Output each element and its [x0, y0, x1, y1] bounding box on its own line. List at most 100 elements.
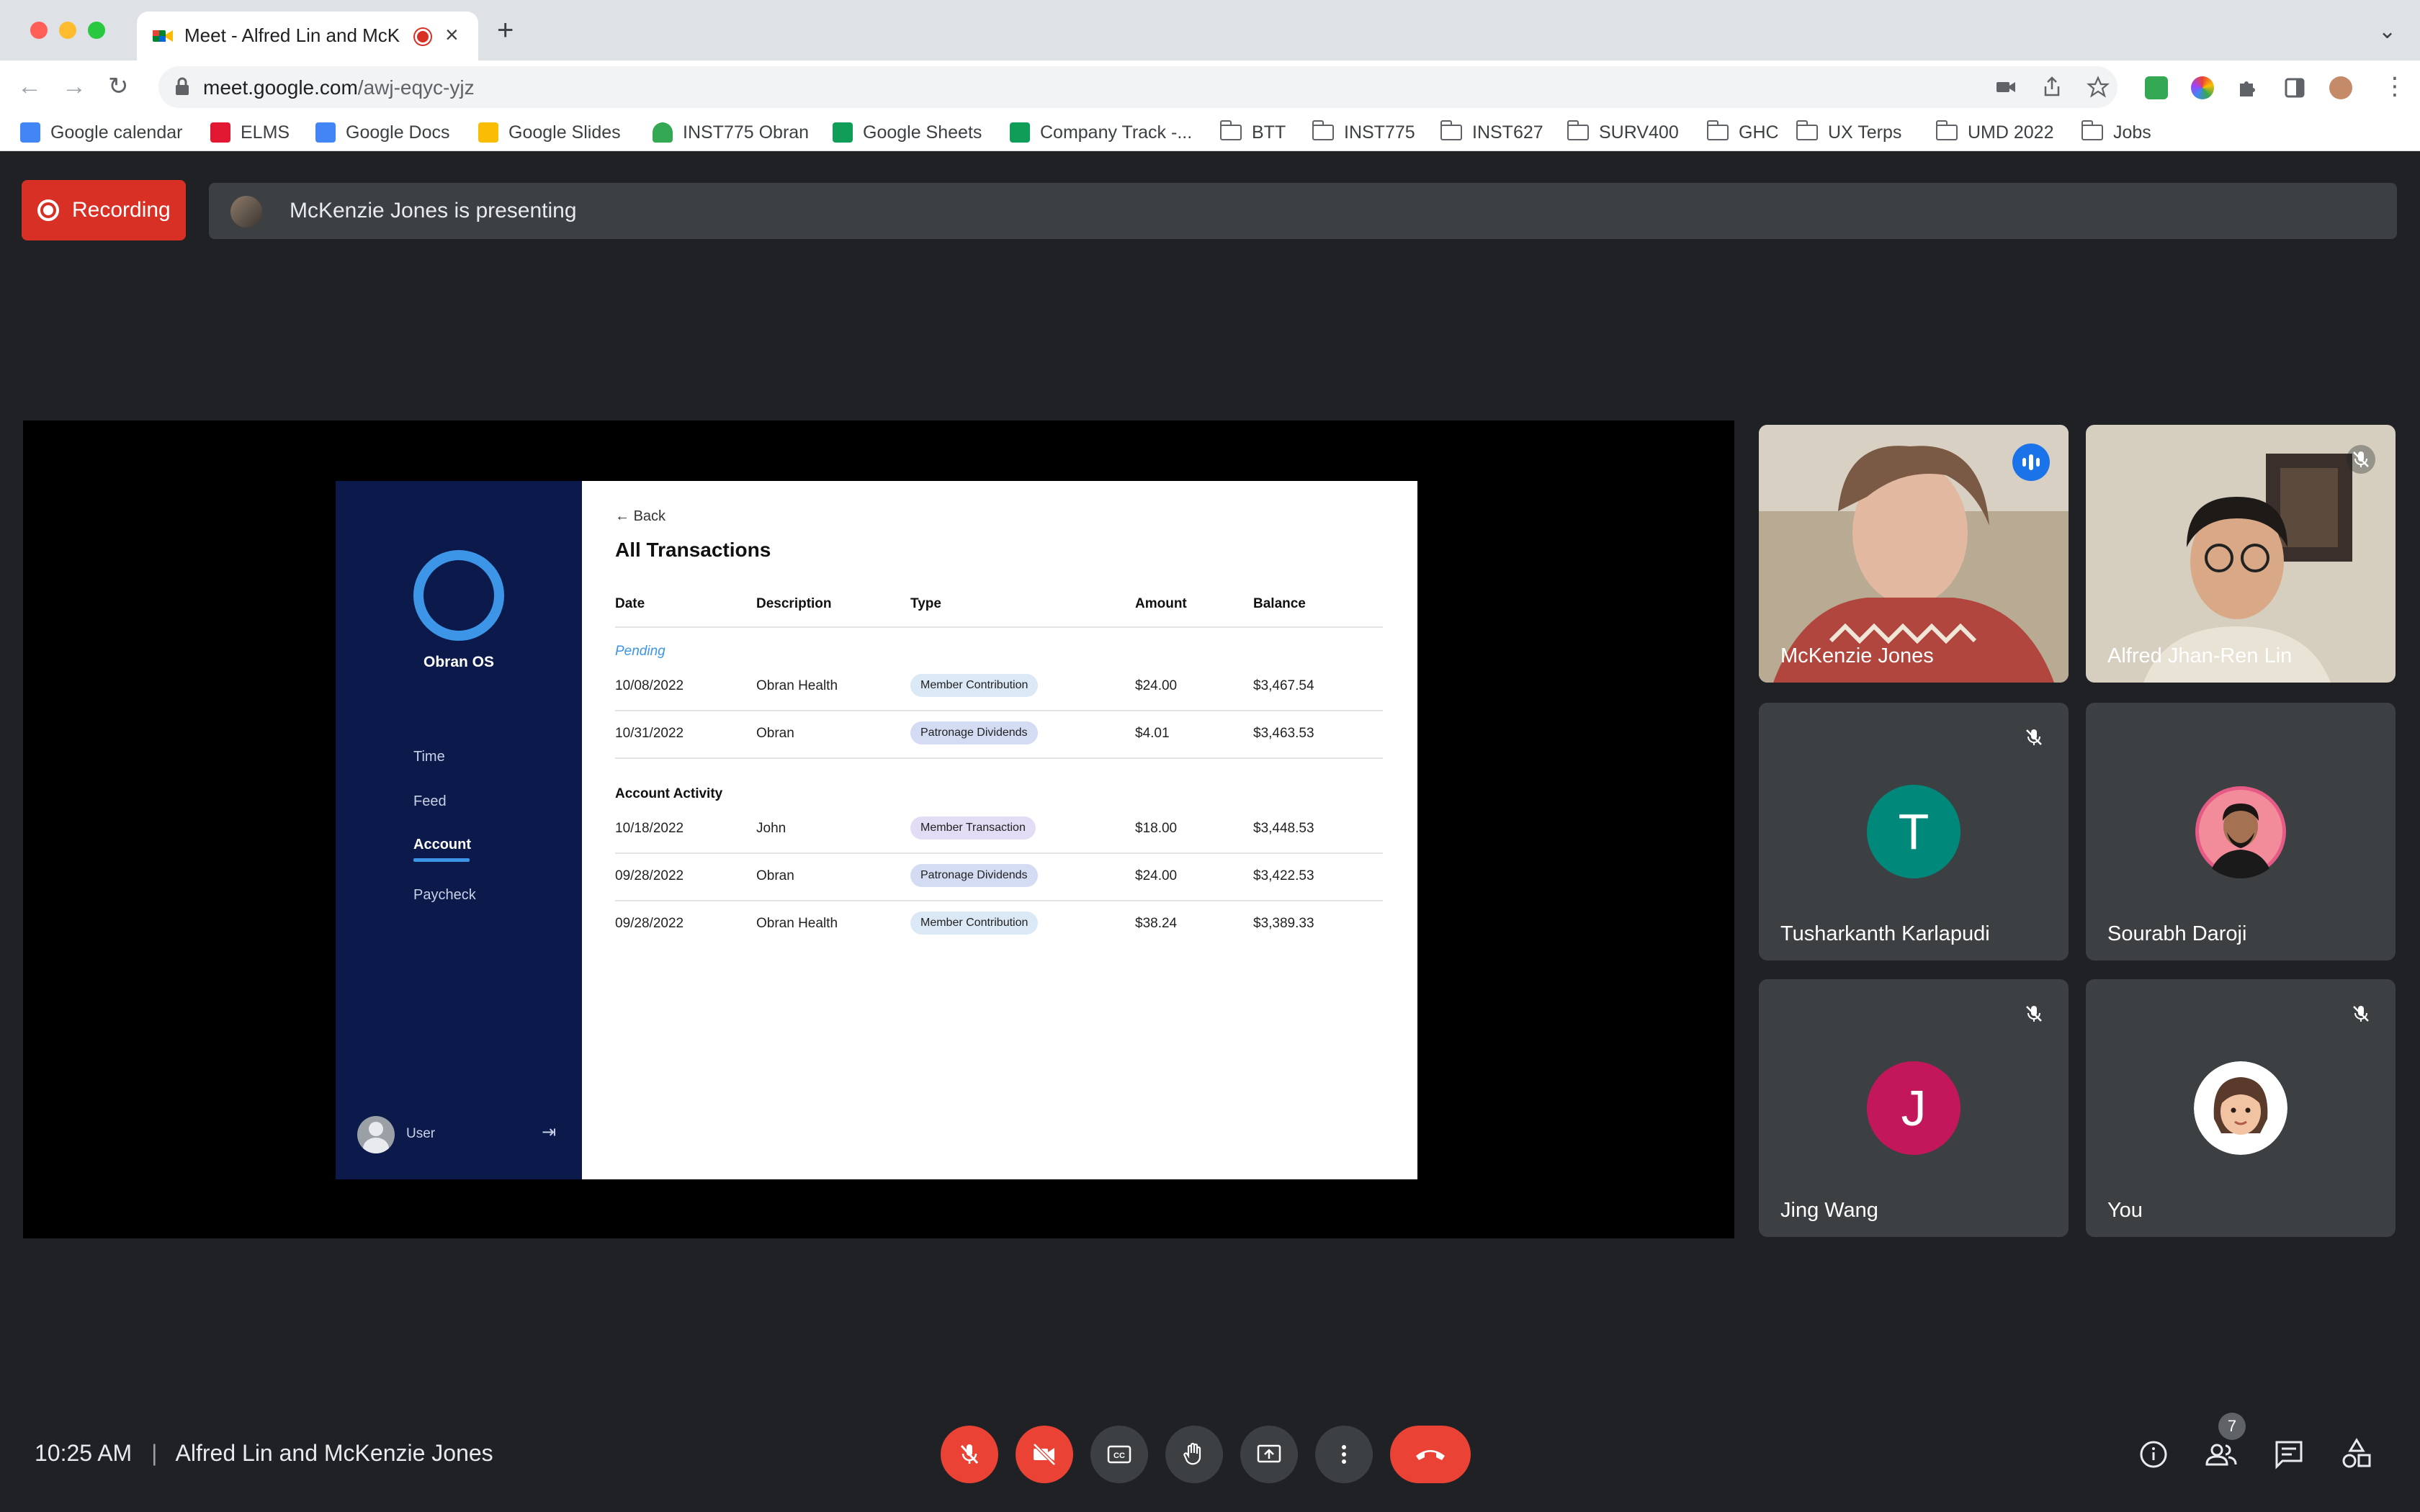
bookmark-item[interactable]: INST775: [1312, 120, 1415, 145]
activities-button[interactable]: [2335, 1433, 2378, 1476]
participant-tile-jing-wang[interactable]: J Jing Wang: [1759, 979, 2069, 1237]
transaction-balance: $3,448.53: [1253, 821, 1314, 836]
bookmark-label: ELMS: [241, 122, 290, 143]
bookmark-item[interactable]: SURV400: [1567, 120, 1679, 145]
share-icon[interactable]: [2040, 75, 2064, 99]
info-icon: [2140, 1441, 2167, 1468]
side-panel-icon[interactable]: [2283, 76, 2306, 99]
nav-feed: Feed: [413, 793, 447, 809]
screen-share-area: Obran OS Time Feed Account Paycheck User…: [23, 420, 1734, 1238]
column-header-amount: Amount: [1135, 596, 1187, 611]
bookmarks-bar: Google calendar ELMS Google Docs Google Sli…: [0, 114, 2420, 151]
column-header-type: Type: [910, 596, 941, 611]
transaction-description: Obran Health: [756, 916, 838, 931]
recording-badge[interactable]: Recording: [22, 180, 186, 240]
transaction-type-chip: Patronage Dividends: [910, 721, 1038, 744]
participant-tile-mckenzie-jones[interactable]: McKenzie Jones: [1759, 425, 2069, 683]
bookmark-star-icon[interactable]: [2086, 75, 2110, 99]
participant-name: McKenzie Jones: [1780, 644, 1934, 667]
calendar-icon: [20, 122, 40, 143]
folder-icon: [1440, 120, 1462, 140]
bookmark-item[interactable]: INST775 Obran: [653, 120, 809, 145]
maximize-window-button[interactable]: [88, 22, 105, 39]
column-header-balance: Balance: [1253, 596, 1306, 611]
bookmark-item[interactable]: UMD 2022: [1935, 120, 2054, 145]
obran-sidebar: Obran OS Time Feed Account Paycheck User…: [336, 481, 582, 1179]
new-tab-button[interactable]: +: [497, 16, 514, 45]
browser-tab-meet[interactable]: Meet - Alfred Lin and McKenzie Jones ×: [137, 12, 478, 60]
transaction-date: 10/31/2022: [615, 726, 684, 741]
leave-call-button[interactable]: [1390, 1426, 1471, 1483]
meeting-details-button[interactable]: [2132, 1433, 2175, 1476]
color-picker-extension-icon[interactable]: [2191, 76, 2214, 99]
toggle-camera-button[interactable]: [1016, 1426, 1073, 1483]
row-divider: [615, 852, 1383, 854]
presenting-banner: McKenzie Jones is presenting: [209, 183, 2397, 239]
more-options-button[interactable]: [1315, 1426, 1373, 1483]
forward-arrow-icon[interactable]: →: [62, 72, 86, 101]
profile-avatar[interactable]: [2329, 76, 2352, 99]
chat-button[interactable]: [2267, 1433, 2311, 1476]
bookmark-label: INST627: [1472, 122, 1543, 143]
hang-up-icon: [1416, 1450, 1445, 1460]
bookmark-item[interactable]: INST627: [1440, 120, 1543, 145]
meeting-info-text: 10:25 AM | Alfred Lin and McKenzie Jones: [35, 1440, 493, 1467]
tab-title: Meet - Alfred Lin and McKenzie Jones: [184, 24, 400, 46]
folder-icon: [1706, 120, 1729, 140]
captions-button[interactable]: CC: [1090, 1426, 1148, 1483]
bookmark-item[interactable]: Google Docs: [315, 120, 450, 145]
participant-name: Sourabh Daroji: [2107, 922, 2247, 945]
transaction-description: Obran: [756, 868, 794, 883]
participant-tile-tusharkanth[interactable]: T Tusharkanth Karlapudi: [1759, 703, 2069, 960]
muted-mic-icon: [2026, 1006, 2042, 1022]
camera-permission-icon[interactable]: [1994, 75, 2018, 99]
url-text[interactable]: meet.google.com/awj-eqyc-yjz: [203, 76, 475, 99]
raise-hand-button[interactable]: [1165, 1426, 1223, 1483]
recording-label: Recording: [72, 198, 171, 222]
participant-tile-sourabh-daroji[interactable]: Sourabh Daroji: [2086, 703, 2396, 960]
participant-tile-alfred-lin[interactable]: Alfred Jhan-Ren Lin: [2086, 425, 2396, 683]
tab-close-icon[interactable]: ×: [445, 22, 459, 48]
transaction-date: 10/08/2022: [615, 678, 684, 693]
close-window-button[interactable]: [30, 22, 48, 39]
browser-menu-icon[interactable]: ⋮: [2383, 72, 2407, 101]
bookmark-item[interactable]: GHC: [1706, 120, 1779, 145]
separator: |: [151, 1440, 158, 1466]
transaction-balance: $3,467.54: [1253, 678, 1314, 693]
bookmark-item[interactable]: Google Slides: [478, 120, 621, 145]
reload-icon[interactable]: ↻: [108, 72, 129, 101]
participant-name: Jing Wang: [1780, 1199, 1878, 1222]
page-title: All Transactions: [615, 539, 771, 561]
bookmark-item[interactable]: ELMS: [210, 120, 290, 145]
bookmark-item[interactable]: Google Sheets: [833, 120, 982, 145]
presenter-avatar: [230, 196, 262, 228]
back-arrow-icon: ←: [615, 508, 634, 524]
address-bar[interactable]: meet.google.com/awj-eqyc-yjz: [158, 66, 2118, 108]
bookmark-label: Google Slides: [508, 122, 621, 143]
present-now-button[interactable]: [1240, 1426, 1298, 1483]
muted-mic-icon: [2347, 445, 2375, 474]
bookmark-item[interactable]: BTT: [1219, 120, 1286, 145]
folder-icon: [1935, 120, 1958, 140]
toggle-microphone-button[interactable]: [941, 1426, 998, 1483]
tab-search-chevron-icon[interactable]: ⌄: [2378, 19, 2396, 44]
participant-tile-you[interactable]: You: [2086, 979, 2396, 1237]
back-arrow-icon[interactable]: ←: [17, 72, 42, 101]
transaction-amount: $18.00: [1135, 821, 1178, 836]
bookmark-item[interactable]: Jobs: [2081, 120, 2151, 145]
lock-icon: [176, 77, 189, 95]
bookmark-label: GHC: [1739, 122, 1779, 143]
bookmark-item[interactable]: Google calendar: [20, 120, 182, 145]
minimize-window-button[interactable]: [59, 22, 76, 39]
transaction-description: Obran Health: [756, 678, 838, 693]
column-header-description: Description: [756, 596, 832, 611]
nav-paycheck: Paycheck: [413, 887, 476, 903]
bookmark-item[interactable]: UX Terps: [1796, 120, 1901, 145]
folder-icon: [1219, 120, 1242, 140]
bookmark-item[interactable]: Company Track -...: [1010, 120, 1192, 145]
app-name: Obran OS: [423, 654, 495, 670]
sheets-icon: [1010, 122, 1030, 143]
extension-green-icon[interactable]: [2145, 76, 2168, 99]
puzzle-extensions-icon[interactable]: [2236, 76, 2259, 99]
logout-icon: ⇥: [542, 1122, 557, 1142]
